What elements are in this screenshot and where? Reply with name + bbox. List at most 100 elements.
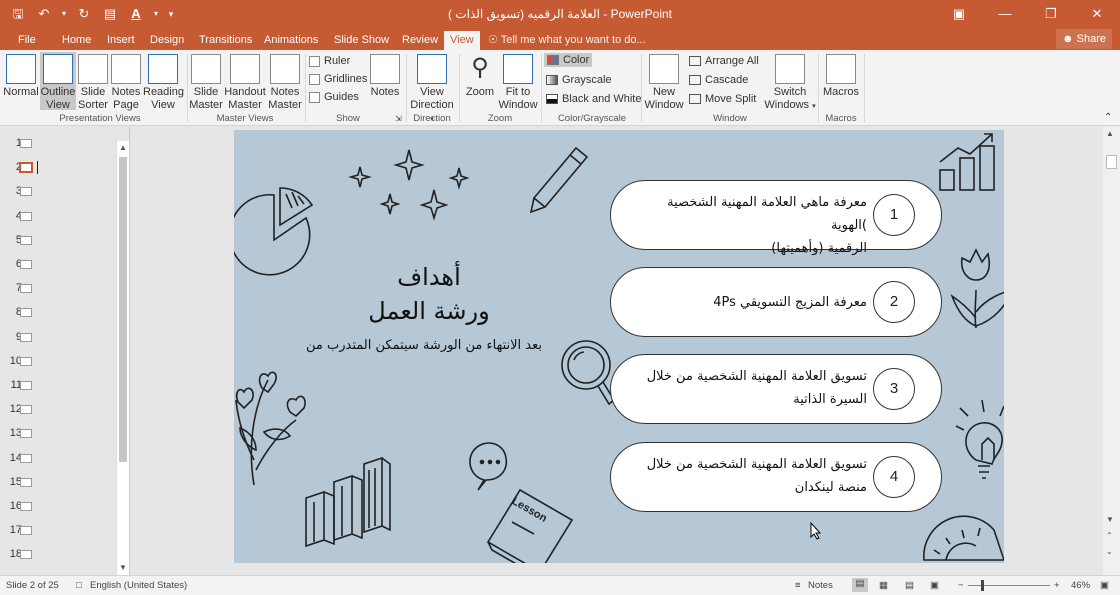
slide-number: 3: [15, 185, 22, 198]
reading-view-status-icon[interactable]: ▤: [905, 580, 914, 591]
notes-toggle[interactable]: Notes: [808, 580, 833, 591]
spellcheck-icon[interactable]: □: [76, 580, 82, 591]
slide-number: 14: [9, 451, 22, 464]
slide-number: 4: [15, 209, 22, 222]
slide-number: 6: [15, 258, 22, 270]
slide-thumbnail[interactable]: 13: [6, 426, 46, 442]
previous-slide-icon[interactable]: ⌃: [1106, 531, 1113, 540]
tab-file[interactable]: File: [12, 31, 42, 50]
fit-slide-icon[interactable]: ▣: [1100, 580, 1109, 591]
goal-text: معرفة ماهي العلامة المهنية الشخصية )الهو…: [635, 191, 867, 260]
tab-transitions[interactable]: Transitions: [193, 31, 258, 50]
reading-view-button[interactable]: Reading View: [143, 54, 184, 112]
black-and-white-button[interactable]: Black and White: [546, 93, 641, 105]
tulip-icon: [950, 248, 1004, 329]
zoom-out-icon[interactable]: −: [958, 580, 964, 591]
ribbon-display-options-icon[interactable]: ▣: [936, 0, 982, 28]
slide-thumbnail[interactable]: 7: [6, 281, 46, 297]
normal-view-button[interactable]: Normal: [3, 54, 39, 99]
goal-item[interactable]: 1 معرفة ماهي العلامة المهنية الشخصية )ال…: [610, 180, 942, 256]
goal-item[interactable]: 3 تسويق العلامة المهنية الشخصية من خلال …: [610, 354, 942, 424]
tab-animations[interactable]: Animations: [258, 31, 324, 50]
scroll-up-icon[interactable]: ▲: [117, 141, 129, 155]
zoom-button[interactable]: ⚲ Zoom: [462, 54, 498, 99]
tell-me-search[interactable]: ☉ Tell me what you want to do...: [488, 31, 646, 49]
heading-line-2: ورشة العمل: [368, 297, 490, 325]
fit-to-window-icon: [503, 54, 533, 84]
collapse-ribbon-icon[interactable]: ⌃: [1104, 112, 1112, 123]
checkbox-icon: [309, 91, 320, 103]
next-slide-icon[interactable]: ⌄: [1106, 547, 1113, 556]
scroll-down-icon[interactable]: ▼: [117, 561, 129, 575]
color-button[interactable]: Color: [544, 53, 593, 67]
grayscale-button[interactable]: Grayscale: [546, 74, 612, 86]
switch-windows-button[interactable]: Switch Windows ▾: [764, 54, 816, 113]
slide-sorter-button[interactable]: Slide Sorter: [77, 54, 109, 112]
language-indicator[interactable]: English (United States): [90, 580, 187, 591]
zoom-level[interactable]: 46%: [1071, 580, 1090, 591]
maximize-icon[interactable]: ❐: [1028, 0, 1074, 28]
goal-item[interactable]: 2 معرفة المزيج التسويقي 4Ps: [610, 267, 942, 337]
slide-thumbnail[interactable]: 14: [6, 451, 46, 467]
slide-thumbnail[interactable]: 17: [6, 523, 46, 539]
slide-thumbnail[interactable]: 1: [6, 136, 46, 152]
slide-thumbnail[interactable]: 12: [6, 402, 46, 418]
tab-view[interactable]: View: [444, 31, 480, 50]
goal-item[interactable]: 4 تسويق العلامة المهنية الشخصية من خلال …: [610, 442, 942, 512]
arrange-all-button[interactable]: Arrange All: [689, 55, 759, 67]
tab-insert[interactable]: Insert: [101, 31, 141, 50]
slide-heading[interactable]: أهداف ورشة العمل: [329, 260, 529, 328]
lightbulb-icon: ☉: [488, 34, 498, 46]
slide-subheading[interactable]: بعد الانتهاء من الورشة سيتمكن المتدرب من: [294, 338, 554, 353]
slide-master-button[interactable]: Slide Master: [189, 54, 223, 112]
slide-thumbnail[interactable]: 2: [6, 160, 46, 176]
slide-thumbnail[interactable]: 15: [6, 475, 46, 491]
slide-show-status-icon[interactable]: ▣: [930, 580, 939, 591]
outline-view-button[interactable]: Outline View: [40, 52, 76, 111]
notes-button[interactable]: Notes: [369, 54, 401, 99]
new-window-button[interactable]: New Window: [644, 54, 684, 112]
ruler-checkbox[interactable]: Ruler: [309, 55, 350, 67]
share-button[interactable]: ☻ Share: [1056, 29, 1112, 49]
zoom-slider-thumb[interactable]: [981, 580, 984, 591]
minimize-icon[interactable]: —: [982, 0, 1028, 28]
tab-slide-show[interactable]: Slide Show: [328, 31, 395, 50]
scroll-down-icon[interactable]: ▼: [1106, 515, 1114, 524]
zoom-in-icon[interactable]: +: [1054, 580, 1060, 591]
notes-toggle-icon[interactable]: ≡: [795, 580, 801, 591]
tab-review[interactable]: Review: [396, 31, 444, 50]
group-show: Show: [336, 113, 360, 124]
slide-thumbnail[interactable]: 4: [6, 209, 46, 225]
slide-sorter-status-icon[interactable]: ▦: [879, 580, 888, 591]
fit-to-window-button[interactable]: Fit to Window: [498, 54, 538, 112]
notes-master-button[interactable]: Notes Master: [267, 54, 303, 112]
dialog-launcher-icon[interactable]: ⇲: [395, 114, 402, 123]
gridlines-checkbox[interactable]: Gridlines: [309, 73, 367, 85]
tab-design[interactable]: Design: [144, 31, 190, 50]
guides-checkbox[interactable]: Guides: [309, 91, 359, 103]
slide-thumbnail[interactable]: 5: [6, 233, 46, 249]
scroll-up-icon[interactable]: ▲: [1106, 129, 1114, 138]
cascade-button[interactable]: Cascade: [689, 74, 748, 86]
close-icon[interactable]: ✕: [1074, 0, 1120, 28]
handout-master-button[interactable]: Handout Master: [224, 54, 266, 112]
move-split-button[interactable]: Move Split: [689, 93, 756, 105]
scrollbar-thumb[interactable]: [1106, 155, 1117, 169]
scrollbar-thumb[interactable]: [119, 157, 127, 462]
slide-canvas[interactable]: Lesson أهداف ورشة العمل بعد الانتهاء من …: [234, 130, 1004, 563]
ribbon-separator: [864, 54, 865, 122]
macros-button[interactable]: Macros: [822, 54, 860, 99]
normal-view-status-icon[interactable]: ▤: [852, 578, 868, 592]
slide-thumbnail[interactable]: 9: [6, 330, 46, 346]
slide-scrollbar[interactable]: ▲ ▼ ⌃ ⌄: [1103, 127, 1120, 575]
thumbnail-scrollbar[interactable]: ▲ ▼: [116, 141, 129, 575]
slide-thumbnail[interactable]: 11: [6, 378, 46, 394]
slide-thumbnail[interactable]: 3: [6, 184, 46, 200]
slide-thumbnail[interactable]: 10: [6, 354, 46, 370]
notes-page-button[interactable]: Notes Page: [110, 54, 142, 112]
slide-thumbnail[interactable]: 16: [6, 499, 46, 515]
slide-thumbnail[interactable]: 18: [6, 547, 46, 563]
tab-home[interactable]: Home: [56, 31, 97, 50]
slide-thumbnail[interactable]: 8: [6, 305, 46, 321]
slide-thumbnail[interactable]: 6: [6, 257, 46, 273]
